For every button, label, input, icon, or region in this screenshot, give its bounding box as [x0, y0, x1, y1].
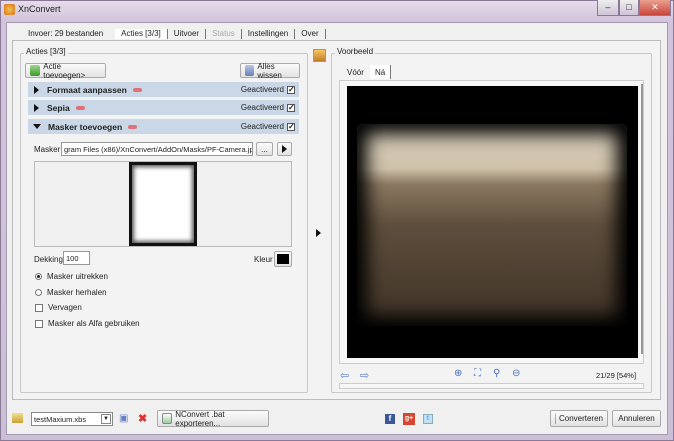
action-row-mask[interactable]: Masker toevoegen Geactiveerd ✓ [28, 119, 299, 134]
cancel-button[interactable]: Annuleren [612, 410, 661, 427]
maximize-button[interactable]: □ [619, 0, 639, 16]
tab-before[interactable]: Vóór [347, 68, 364, 77]
color-swatch [277, 254, 289, 264]
image-counter: 21/29 [54%] [596, 371, 637, 380]
radio[interactable] [35, 273, 42, 280]
export-label: NConvert .bat exporteren... [175, 409, 225, 428]
tab-instellingen[interactable]: Instellingen [242, 29, 296, 39]
fit-icon[interactable]: ⛶ [474, 368, 481, 379]
window-title: XnConvert [18, 4, 61, 14]
action-name: Formaat aanpassen [47, 84, 127, 95]
convert-icon [555, 413, 556, 424]
save-icon[interactable]: ▣ [119, 413, 128, 424]
action-state: Geactiveerd [240, 103, 284, 112]
zoom-actual-icon[interactable]: ⚲ [493, 368, 500, 379]
preview-group-title: Voorbeeld [335, 47, 376, 56]
mask-vignette [357, 124, 627, 326]
convert-button[interactable]: Converteren [550, 410, 608, 427]
next-icon[interactable]: ⇨ [360, 369, 369, 382]
expand-icon[interactable] [34, 85, 39, 94]
google-plus-icon[interactable]: g+ [403, 413, 415, 425]
expand-icon[interactable] [34, 103, 39, 112]
preview-scroll-track[interactable] [339, 383, 644, 389]
action-state: Geactiveerd [240, 122, 284, 131]
facebook-icon[interactable]: f [385, 414, 395, 424]
mask-label: Masker [34, 145, 61, 154]
eraser-icon [245, 65, 255, 76]
add-icon [30, 65, 41, 76]
radio[interactable] [35, 289, 42, 296]
action-enabled-checkbox[interactable]: ✓ [287, 103, 295, 112]
remove-icon[interactable] [132, 87, 142, 92]
mask-image [129, 162, 197, 246]
main-tabs: Invoer: 29 bestanden Acties [3/3] Uitvoe… [22, 29, 326, 39]
action-enabled-checkbox[interactable]: ✓ [287, 122, 295, 131]
zoom-out-icon[interactable]: ⊖ [512, 368, 520, 379]
minimize-button[interactable]: – [597, 0, 619, 16]
checkbox[interactable] [35, 319, 43, 328]
action-state: Geactiveerd [240, 85, 284, 94]
opacity-spinner[interactable]: 100 [63, 251, 90, 265]
action-name: Sepia [47, 102, 70, 113]
collapse-panel-arrow-icon[interactable] [316, 229, 321, 237]
option-label: Masker herhalen [47, 288, 107, 297]
browse-button[interactable]: ... [256, 142, 273, 156]
preview-toggle-icon[interactable] [313, 49, 326, 62]
open-folder-icon[interactable] [12, 413, 23, 423]
option-blur[interactable]: Vervagen [35, 303, 82, 312]
tab-invoer[interactable]: Invoer: 29 bestanden [22, 29, 115, 39]
tab-status[interactable]: Status [206, 29, 242, 39]
play-icon [282, 145, 287, 153]
remove-icon[interactable] [128, 124, 138, 129]
preview-scrollbar[interactable] [641, 84, 643, 354]
collapse-icon[interactable] [33, 124, 41, 129]
preset-value: testMaxium.xbs [34, 415, 87, 424]
tab-acties[interactable]: Acties [3/3] [115, 29, 168, 39]
color-picker-button[interactable] [274, 251, 292, 267]
opacity-label: Dekking [34, 255, 63, 264]
option-label: Masker uitrekken [47, 272, 108, 281]
action-row-sepia[interactable]: Sepia Geactiveerd ✓ [28, 100, 299, 115]
action-row-resize[interactable]: Formaat aanpassen Geactiveerd ✓ [28, 82, 299, 97]
tab-over[interactable]: Over [295, 29, 326, 39]
mask-path-input[interactable]: gram Files (x86)/XnConvert/AddOn/Masks/P… [61, 142, 253, 156]
previous-icon[interactable]: ⇦ [340, 369, 349, 382]
action-enabled-checkbox[interactable]: ✓ [287, 85, 295, 94]
convert-label: Converteren [558, 414, 603, 423]
delete-icon[interactable]: ✖ [138, 412, 147, 425]
remove-icon[interactable] [75, 105, 85, 110]
preview-image [347, 86, 638, 358]
action-name: Masker toevoegen [48, 121, 123, 132]
app-icon [4, 4, 15, 15]
export-bat-button[interactable]: NConvert .bat exporteren... [157, 409, 269, 428]
tab-uitvoer[interactable]: Uitvoer [168, 29, 207, 39]
play-button[interactable] [277, 142, 292, 156]
actions-group-title: Acties [3/3] [24, 47, 68, 56]
option-alpha[interactable]: Masker als Alfa gebruiken [35, 319, 140, 328]
export-icon [162, 413, 173, 424]
option-repeat[interactable]: Masker herhalen [35, 288, 107, 297]
preset-select[interactable]: testMaxium.xbs ▼ [31, 412, 113, 426]
twitter-icon[interactable]: t [423, 414, 433, 424]
add-action-label: Actie toevoegen> [43, 61, 86, 80]
close-button[interactable]: ✕ [639, 0, 671, 16]
color-label: Kleur [254, 255, 273, 264]
tab-after[interactable]: Ná [370, 65, 392, 79]
clear-all-label: Alles wissen [257, 61, 282, 80]
option-stretch[interactable]: Masker uitrekken [35, 272, 108, 281]
zoom-in-icon[interactable]: ⊕ [454, 368, 462, 379]
clear-all-button[interactable]: Alles wissen [240, 61, 300, 80]
checkbox[interactable] [35, 303, 43, 312]
option-label: Masker als Alfa gebruiken [48, 319, 140, 328]
add-action-button[interactable]: Actie toevoegen> [25, 61, 106, 80]
option-label: Vervagen [48, 303, 82, 312]
chevron-down-icon[interactable]: ▼ [101, 414, 111, 424]
